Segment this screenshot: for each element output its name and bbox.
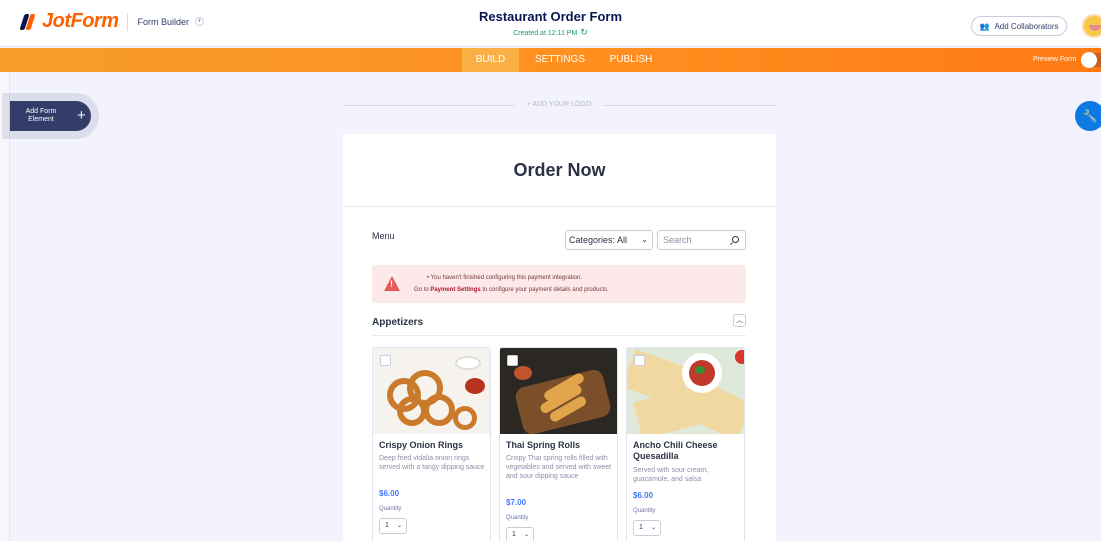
- tab-publish[interactable]: PUBLISH: [601, 48, 661, 72]
- add-collaborators-label: Add Collaborators: [994, 21, 1059, 31]
- logo-divider-left: [343, 105, 515, 106]
- quantity-label: Quantity: [506, 515, 529, 521]
- product-checkbox[interactable]: [507, 355, 518, 366]
- menu-label: Menu: [372, 231, 395, 241]
- dip-bowl-shape: [455, 356, 481, 370]
- collapse-section-chevron-up-icon[interactable]: ︿: [733, 314, 746, 327]
- payment-warning-alert: • You haven't finished configuring this …: [372, 265, 746, 303]
- product-checkbox[interactable]: [634, 355, 645, 366]
- product-name: Crispy Onion Rings: [379, 440, 464, 450]
- section-divider: [372, 335, 746, 336]
- product-card[interactable]: Thai Spring Rolls Crispy Thai spring rol…: [499, 347, 618, 541]
- form-heading[interactable]: Order Now: [343, 160, 776, 181]
- form-card: Order Now Menu Categories: All ⌄ Search …: [343, 134, 776, 541]
- quantity-select[interactable]: 1 ⌄: [506, 527, 534, 541]
- product-card[interactable]: Crispy Onion Rings Deep fried vidalia on…: [372, 347, 491, 541]
- product-price: $7.00: [506, 498, 527, 507]
- section-title: Appetizers: [372, 317, 424, 328]
- alert-message-line2: Go to Payment Settings to configure your…: [414, 287, 609, 293]
- quantity-value: 1: [385, 522, 389, 529]
- payment-settings-link[interactable]: Payment Settings: [430, 287, 480, 293]
- form-designer-wrench-icon[interactable]: 🔧: [1075, 101, 1101, 131]
- tab-build[interactable]: BUILD: [462, 48, 519, 72]
- alert-prefix: Go to: [414, 287, 431, 293]
- quantity-label: Quantity: [633, 508, 656, 514]
- created-text: Created at 12:11 PM: [513, 30, 578, 37]
- product-name: Thai Spring Rolls: [506, 440, 581, 450]
- product-checkbox[interactable]: [380, 355, 391, 366]
- add-logo-link[interactable]: + ADD YOUR LOGO: [515, 101, 603, 108]
- product-price: $6.00: [633, 491, 654, 500]
- form-header[interactable]: Order Now: [343, 134, 776, 207]
- form-title[interactable]: Restaurant Order Form: [0, 9, 1101, 24]
- left-rail: [0, 72, 10, 541]
- chevron-down-icon: ⌄: [641, 235, 648, 244]
- quantity-select[interactable]: 1 ⌄: [379, 518, 407, 534]
- search-icon[interactable]: [732, 236, 739, 243]
- logo-divider-right: [603, 105, 775, 106]
- preview-form-label: Preview Form: [1033, 56, 1077, 63]
- tab-settings[interactable]: SETTINGS: [527, 48, 593, 72]
- product-price: $6.00: [379, 489, 400, 498]
- quantity-value: 1: [512, 531, 516, 538]
- quantity-select[interactable]: 1 ⌄: [633, 520, 661, 536]
- add-collaborators-button[interactable]: 👥 Add Collaborators: [971, 16, 1067, 36]
- chevron-down-icon: ⌄: [523, 532, 529, 538]
- product-description: Deep fried vidalia onion rings served wi…: [379, 455, 485, 471]
- tomato-shape: [735, 350, 744, 364]
- product-description: Served with sour cream, guacamole, and s…: [633, 467, 709, 483]
- plus-icon: +: [77, 107, 86, 124]
- onion-ring-shape: [453, 406, 477, 430]
- add-form-element-button[interactable]: Add Form Element +: [10, 101, 91, 131]
- quantity-value: 1: [639, 524, 643, 531]
- people-icon: 👥: [979, 21, 990, 31]
- chevron-down-icon: ⌄: [396, 523, 402, 529]
- sauce-shape: [514, 366, 532, 380]
- avatar[interactable]: [1082, 14, 1101, 38]
- menu-search-input[interactable]: Search: [657, 230, 746, 250]
- categories-select[interactable]: Categories: All ⌄: [565, 230, 653, 250]
- created-timestamp: Created at 12:11 PM ↻: [0, 27, 1101, 38]
- product-description: Crispy Thai spring rolls filled with veg…: [506, 455, 612, 480]
- search-placeholder: Search: [663, 235, 692, 245]
- add-form-element-label: Add Form Element: [25, 108, 57, 123]
- sauce-shape: [465, 378, 485, 394]
- chevron-down-icon: ⌄: [650, 525, 656, 531]
- herb-shape: [695, 366, 705, 374]
- builder-nav: BUILD SETTINGS PUBLISH Preview Form: [0, 48, 1101, 72]
- warning-icon: [384, 276, 400, 291]
- quantity-label: Quantity: [379, 506, 402, 512]
- preview-toggle-knob[interactable]: [1081, 52, 1097, 68]
- alert-suffix: to configure your payment details and pr…: [480, 287, 609, 293]
- alert-message-line1: • You haven't finished configuring this …: [427, 275, 583, 281]
- onion-ring-shape: [423, 394, 455, 426]
- top-header: JotForm Form Builder ▾ Restaurant Order …: [0, 0, 1101, 47]
- product-name: Ancho Chili Cheese Quesadilla: [633, 440, 718, 461]
- categories-value: Categories: All: [569, 235, 628, 245]
- product-card[interactable]: Ancho Chili Cheese Quesadilla Served wit…: [626, 347, 745, 541]
- revision-history-icon[interactable]: ↻: [580, 27, 588, 37]
